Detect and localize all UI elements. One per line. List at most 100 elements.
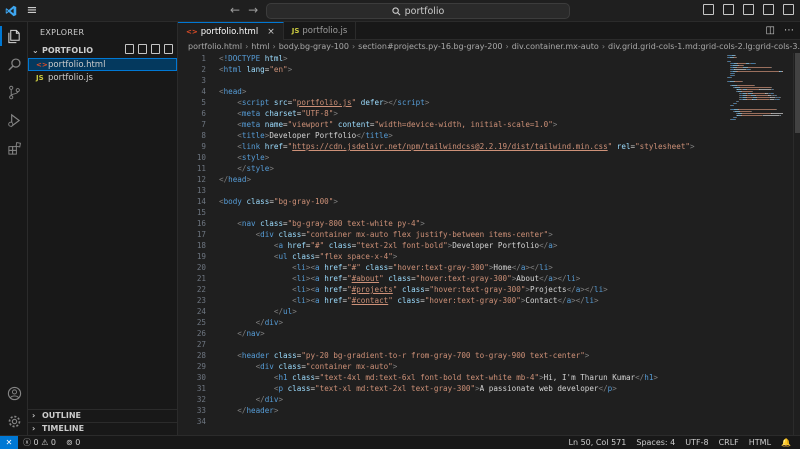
code-line[interactable]: 25 </div>	[178, 317, 723, 328]
breadcrumb-item[interactable]: portfolio.html	[188, 42, 242, 51]
code-line[interactable]: 3	[178, 75, 723, 86]
code-line[interactable]: 28 <header class="py-20 bg-gradient-to-r…	[178, 350, 723, 361]
code-line[interactable]: 19 <ul class="flex space-x-4">	[178, 251, 723, 262]
breadcrumb-item[interactable]: html	[251, 42, 269, 51]
command-center-search[interactable]: portfolio	[266, 3, 570, 19]
new-file-icon[interactable]	[125, 44, 134, 54]
code-line[interactable]: 27	[178, 339, 723, 350]
remote-indicator[interactable]: ✕	[0, 435, 18, 449]
code-line[interactable]: 23 <li><a href="#contact" class="hover:t…	[178, 295, 723, 306]
new-folder-icon[interactable]	[138, 44, 147, 54]
account-icon[interactable]	[0, 379, 28, 407]
explorer-icon[interactable]	[0, 22, 28, 50]
code-text: <li><a href="#" class="hover:text-gray-3…	[292, 263, 553, 272]
code-line[interactable]: 29 <div class="container mx-auto">	[178, 361, 723, 372]
more-actions-icon[interactable]: ⋯	[784, 25, 794, 36]
minimap-token	[759, 89, 771, 90]
extensions-icon[interactable]	[0, 134, 28, 162]
split-editor-icon[interactable]: ◫	[766, 25, 775, 36]
minimap-token	[739, 87, 772, 88]
toggle-primary-sidebar-icon[interactable]	[703, 4, 714, 15]
status-bar: ✕ ⓧ 0 ⚠ 0 ⊚ 0 Ln 50, Col 571 Spaces: 4 U…	[0, 435, 800, 449]
minimap-token	[776, 95, 777, 96]
code-line[interactable]: 32 </div>	[178, 394, 723, 405]
code-line[interactable]: 13	[178, 185, 723, 196]
code-line[interactable]: 9 <link href="https://cdn.jsdelivr.net/n…	[178, 141, 723, 152]
breadcrumb-item[interactable]: section#projects.py-16.bg-gray-200	[358, 42, 502, 51]
close-icon[interactable]: ×	[267, 27, 275, 37]
tab-bar: <> portfolio.html × JS portfolio.js ◫ ⋯	[178, 22, 800, 40]
run-debug-icon[interactable]	[0, 106, 28, 134]
line-number: 32	[196, 395, 206, 404]
minimap-token	[778, 99, 780, 100]
end-of-line[interactable]: CRLF	[714, 438, 744, 447]
code-line[interactable]: 16 <nav class="bg-gray-800 text-white py…	[178, 218, 723, 229]
code-line[interactable]: 31 <p class="text-xl md:text-2xl text-gr…	[178, 383, 723, 394]
code-line[interactable]: 30 <h1 class="text-4xl md:text-6xl font-…	[178, 372, 723, 383]
notifications-icon[interactable]: 🔔	[776, 438, 796, 447]
file-item-portfolio-js[interactable]: JS portfolio.js	[28, 71, 177, 84]
minimap-token	[749, 69, 751, 70]
code-line[interactable]: 24 </ul>	[178, 306, 723, 317]
cursor-position[interactable]: Ln 50, Col 571	[564, 438, 632, 447]
toggle-panel-icon[interactable]	[723, 4, 734, 15]
tab-portfolio-html[interactable]: <> portfolio.html ×	[178, 22, 284, 40]
minimap[interactable]	[723, 53, 793, 435]
code-line[interactable]: 12 </head>	[178, 174, 723, 185]
code-text: <link href="https://cdn.jsdelivr.net/npm…	[237, 142, 695, 151]
toggle-secondary-sidebar-icon[interactable]	[743, 4, 754, 15]
code-line[interactable]: 22 <li><a href="#projects" class="hover:…	[178, 284, 723, 295]
source-control-icon[interactable]	[0, 78, 28, 106]
line-number: 17	[196, 230, 206, 239]
code-line[interactable]: 2 <html lang="en">	[178, 64, 723, 75]
menu-icon[interactable]: ≡	[22, 0, 42, 22]
file-item-portfolio-html[interactable]: <> portfolio.html	[28, 58, 177, 71]
collapse-all-icon[interactable]	[164, 44, 173, 54]
ports-indicator[interactable]: ⊚ 0	[61, 438, 85, 447]
breadcrumb-item[interactable]: div.container.mx-auto	[512, 42, 599, 51]
code-line[interactable]: 5 <script src="portfolio.js" defer></scr…	[178, 97, 723, 108]
line-number: 11	[196, 164, 206, 173]
code-line[interactable]: 1 <!DOCTYPE html>	[178, 53, 723, 64]
scrollbar-thumb[interactable]	[795, 53, 800, 133]
code-line[interactable]: 14 <body class="bg-gray-100">	[178, 196, 723, 207]
code-line[interactable]: 18 <a href="#" class="text-2xl font-bold…	[178, 240, 723, 251]
code-line[interactable]: 6 <meta charset="UTF-8">	[178, 108, 723, 119]
problems-indicator[interactable]: ⓧ 0 ⚠ 0	[18, 437, 61, 448]
forward-arrow-icon[interactable]: →	[248, 3, 258, 17]
code-line[interactable]: 15	[178, 207, 723, 218]
minimap-token	[736, 103, 737, 104]
search-icon[interactable]	[0, 50, 28, 78]
code-line[interactable]: 34	[178, 416, 723, 427]
code-editor[interactable]: 1 <!DOCTYPE html> 2 <html lang="en"> 3 4 <head…	[178, 53, 723, 435]
line-number: 7	[201, 120, 206, 129]
timeline-section[interactable]: › TIMELINE	[28, 422, 178, 434]
breadcrumb-item[interactable]: div.grid.grid-cols-1.md:grid-cols-2.lg:g…	[608, 42, 800, 51]
code-line[interactable]: 26 </nav>	[178, 328, 723, 339]
code-line[interactable]: 20 <li><a href="#" class="hover:text-gra…	[178, 262, 723, 273]
outline-section[interactable]: › OUTLINE	[28, 409, 178, 421]
code-text: <a href="#" class="text-2xl font-bold">D…	[273, 241, 558, 250]
indentation[interactable]: Spaces: 4	[631, 438, 680, 447]
code-line[interactable]: 7 <meta name="viewport" content="width=d…	[178, 119, 723, 130]
vertical-scrollbar[interactable]	[793, 53, 800, 435]
window-controls-icon[interactable]	[783, 4, 794, 15]
code-line[interactable]: 11 </style>	[178, 163, 723, 174]
code-line[interactable]: 17 <div class="container mx-auto flex ju…	[178, 229, 723, 240]
language-mode[interactable]: HTML	[744, 438, 776, 447]
code-line[interactable]: 21 <li><a href="#about" class="hover:tex…	[178, 273, 723, 284]
back-arrow-icon[interactable]: ←	[230, 3, 240, 17]
code-line[interactable]: 8 <title>Developer Portfolio</title>	[178, 130, 723, 141]
encoding[interactable]: UTF-8	[680, 438, 713, 447]
minimap-token	[736, 85, 754, 86]
file-name: portfolio.html	[48, 59, 106, 70]
refresh-icon[interactable]	[151, 44, 160, 54]
code-line[interactable]: 10 <style>	[178, 152, 723, 163]
gear-icon[interactable]	[0, 407, 28, 435]
breadcrumb-item[interactable]: body.bg-gray-100	[279, 42, 349, 51]
code-line[interactable]: 4 <head>	[178, 86, 723, 97]
code-line[interactable]: 33 </header>	[178, 405, 723, 416]
folder-header[interactable]: ⌄ PORTFOLIO	[28, 42, 177, 58]
customize-layout-icon[interactable]	[763, 4, 774, 15]
tab-portfolio-js[interactable]: JS portfolio.js	[284, 22, 357, 40]
